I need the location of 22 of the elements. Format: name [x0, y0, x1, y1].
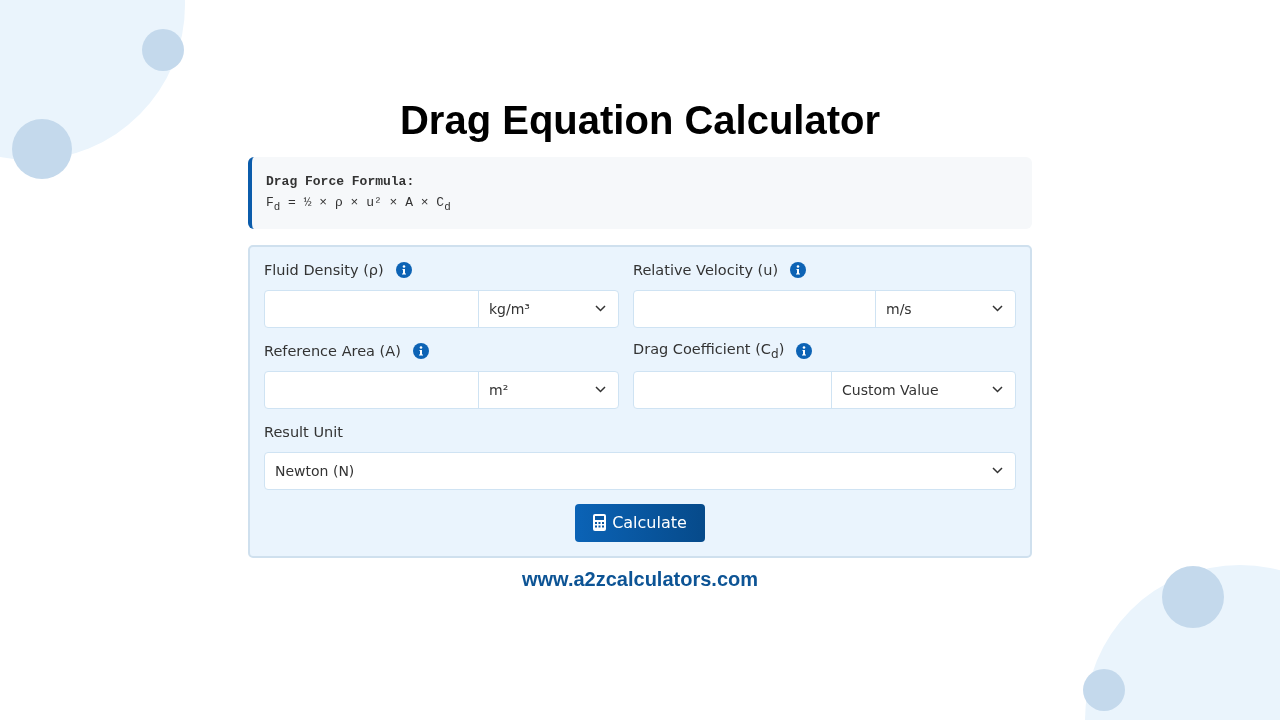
- page-title: Drag Equation Calculator: [399, 97, 881, 144]
- chevron-down-icon: [992, 467, 1003, 475]
- info-icon[interactable]: [412, 342, 429, 359]
- field-label: Relative Velocity (u): [633, 261, 779, 278]
- info-icon[interactable]: [395, 261, 412, 278]
- decor-circle: [1162, 566, 1224, 628]
- website-link[interactable]: www.a2zcalculators.com: [522, 567, 758, 591]
- unit-select[interactable]: Newton (N): [264, 451, 1016, 490]
- formula-heading: Drag Force Formula:: [266, 174, 416, 189]
- info-icon[interactable]: [790, 261, 807, 278]
- decor-circle: [1083, 669, 1125, 711]
- formula-expression: F$_{d}$ = ½ × ρ × u² × A × C$_{d}$: [266, 195, 452, 213]
- field-label: Drag Coefficient (C$_{d}$): [633, 340, 785, 361]
- decor-circle: [12, 119, 72, 179]
- decor-circle: [142, 29, 184, 71]
- info-icon[interactable]: [796, 342, 813, 359]
- field-label: Result Unit: [264, 423, 343, 440]
- field-label: Fluid Density (ρ): [264, 261, 384, 278]
- field-label: Reference Area (A): [264, 342, 401, 359]
- calculate-button[interactable]: Calculate: [575, 503, 705, 542]
- calculator-icon: [593, 514, 607, 532]
- select-value: Newton (N): [275, 462, 355, 479]
